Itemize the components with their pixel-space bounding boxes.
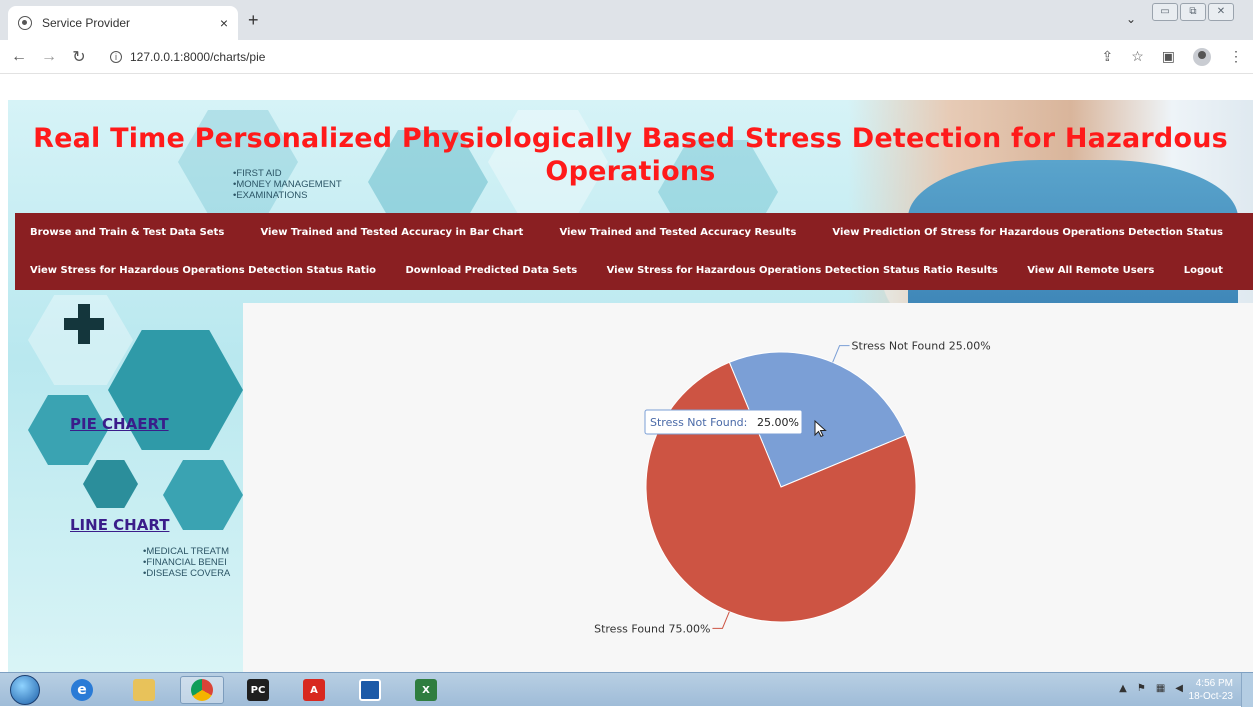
slice-label: Stress Found 75.00% bbox=[594, 622, 710, 635]
side-panel-icon[interactable]: ▣ bbox=[1162, 48, 1175, 66]
network-icon[interactable]: ▦ bbox=[1156, 683, 1165, 694]
excel-icon: X bbox=[415, 679, 437, 701]
menu-row: Browse and Train & Test Data Sets View T… bbox=[15, 213, 1253, 251]
file-explorer-taskbar-button[interactable] bbox=[122, 676, 166, 704]
system-tray: ▲ ⚑ ▦ ◀ bbox=[1119, 683, 1183, 694]
bandage-hexagon bbox=[163, 460, 243, 530]
close-tab-button[interactable]: × bbox=[220, 15, 228, 31]
volume-icon[interactable]: ◀ bbox=[1175, 683, 1183, 694]
internet-explorer-icon: e bbox=[71, 679, 93, 701]
decorative-text: •MEDICAL TREATM •FINANCIAL BENEI •DISEAS… bbox=[143, 546, 231, 579]
chrome-taskbar-button[interactable] bbox=[180, 676, 224, 704]
pycharm-icon: PC bbox=[247, 679, 269, 701]
system-clock[interactable]: 4:56 PM 18-Oct-23 bbox=[1189, 677, 1233, 703]
new-tab-button[interactable]: + bbox=[248, 10, 259, 31]
pie-chart-link[interactable]: PIE CHAERT bbox=[70, 415, 169, 433]
leader-line bbox=[832, 345, 850, 363]
remote-app-icon bbox=[359, 679, 381, 701]
menu-download-predicted[interactable]: Download Predicted Data Sets bbox=[405, 265, 577, 276]
chevron-down-icon[interactable]: ⌄ bbox=[1126, 12, 1136, 26]
pycharm-taskbar-button[interactable]: PC bbox=[236, 676, 280, 704]
minimize-button[interactable]: ▭ bbox=[1152, 3, 1178, 21]
back-arrow-icon[interactable]: ← bbox=[8, 48, 30, 66]
acrobat-taskbar-button[interactable]: A bbox=[292, 676, 336, 704]
menu-accuracy-results[interactable]: View Trained and Tested Accuracy Results bbox=[559, 227, 796, 238]
restore-button[interactable]: ⧉ bbox=[1180, 3, 1206, 21]
menu-status-ratio-results[interactable]: View Stress for Hazardous Operations Det… bbox=[607, 265, 998, 276]
star-icon[interactable]: ☆ bbox=[1131, 48, 1144, 66]
address-bar[interactable]: i 127.0.0.1:8000/charts/pie bbox=[110, 47, 265, 67]
flag-icon[interactable]: ⚑ bbox=[1137, 683, 1146, 694]
tab-title: Service Provider bbox=[42, 16, 131, 30]
pie-chart[interactable]: Stress Not Found 25.00% Stress Found 75.0… bbox=[243, 303, 1253, 672]
share-icon[interactable]: ⇪ bbox=[1101, 48, 1113, 66]
browser-toolbar: ← → ↻ i 127.0.0.1:8000/charts/pie ⇪ ☆ ▣ … bbox=[0, 40, 1253, 74]
slice-label: Stress Not Found 25.00% bbox=[852, 340, 991, 353]
tooltip-value: 25.00% bbox=[757, 416, 799, 429]
internet-explorer-taskbar-button[interactable]: e bbox=[60, 676, 104, 704]
page-content: •FIRST AID •MONEY MANAGEMENT •EXAMINATIO… bbox=[8, 100, 1253, 672]
browser-tab-bar: Service Provider × + ⌄ ▭ ⧉ ✕ bbox=[0, 0, 1253, 40]
clock-time: 4:56 PM bbox=[1195, 678, 1233, 689]
tooltip-label: Stress Not Found: bbox=[650, 416, 747, 429]
reload-icon[interactable]: ↻ bbox=[68, 47, 90, 67]
profile-icon[interactable] bbox=[1193, 48, 1211, 66]
close-window-button[interactable]: ✕ bbox=[1208, 3, 1234, 21]
clock-date: 18-Oct-23 bbox=[1188, 691, 1233, 702]
line-chart-link[interactable]: LINE CHART bbox=[70, 516, 169, 534]
menu-remote-users[interactable]: View All Remote Users bbox=[1027, 265, 1154, 276]
browser-tab[interactable]: Service Provider × bbox=[8, 6, 238, 40]
taskbar: e PC A X ▲ ⚑ ▦ ◀ 4:56 PM 18-Oct-23 bbox=[0, 672, 1253, 707]
forward-arrow-icon[interactable]: → bbox=[38, 48, 60, 66]
pill-hexagon bbox=[83, 460, 138, 508]
remote-app-taskbar-button[interactable] bbox=[348, 676, 392, 704]
site-title: Real Time Personalized Physiologically B… bbox=[33, 123, 1228, 187]
acrobat-icon: A bbox=[303, 679, 325, 701]
menu-row: View Stress for Hazardous Operations Det… bbox=[15, 251, 1253, 289]
globe-icon bbox=[18, 16, 32, 30]
url-text[interactable]: 127.0.0.1:8000/charts/pie bbox=[130, 50, 265, 64]
show-desktop-button[interactable] bbox=[1241, 673, 1253, 707]
plus-icon bbox=[78, 304, 90, 344]
menu-browse-train-test[interactable]: Browse and Train & Test Data Sets bbox=[30, 227, 224, 238]
folder-icon bbox=[133, 679, 155, 701]
excel-taskbar-button[interactable]: X bbox=[404, 676, 448, 704]
tray-chevron-icon[interactable]: ▲ bbox=[1119, 683, 1127, 694]
menu-prediction-status[interactable]: View Prediction Of Stress for Hazardous … bbox=[832, 227, 1223, 238]
menu-logout[interactable]: Logout bbox=[1184, 265, 1223, 276]
chart-panel: Stress Not Found 25.00% Stress Found 75.0… bbox=[243, 303, 1253, 672]
menu-status-ratio[interactable]: View Stress for Hazardous Operations Det… bbox=[30, 265, 376, 276]
chart-tooltip: Stress Not Found: 25.00% bbox=[644, 409, 803, 435]
kebab-menu-icon[interactable]: ⋮ bbox=[1229, 48, 1243, 66]
chrome-icon bbox=[191, 679, 213, 701]
info-icon[interactable]: i bbox=[110, 51, 122, 63]
leader-line bbox=[712, 611, 730, 629]
start-button[interactable] bbox=[10, 675, 40, 705]
main-menu: Browse and Train & Test Data Sets View T… bbox=[15, 213, 1253, 290]
menu-accuracy-bar-chart[interactable]: View Trained and Tested Accuracy in Bar … bbox=[260, 227, 523, 238]
